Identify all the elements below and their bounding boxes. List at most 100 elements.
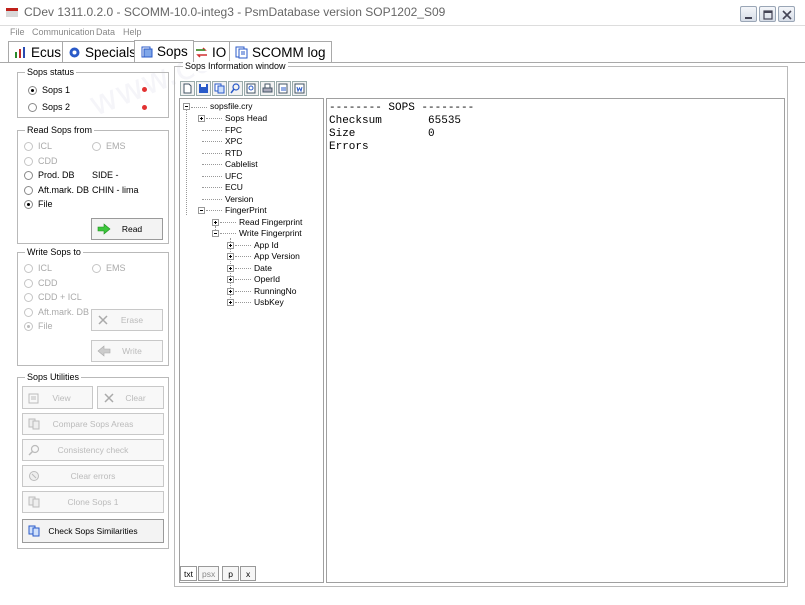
tree-node-write-fingerprint[interactable]: Write Fingerprint xyxy=(239,228,302,238)
copy-button[interactable] xyxy=(212,81,227,96)
close-button[interactable] xyxy=(778,6,795,22)
clear-button[interactable]: Clear xyxy=(97,386,164,409)
format-tab-psx[interactable]: psx xyxy=(197,566,220,581)
tree-node-oper-id[interactable]: OperId xyxy=(254,274,280,284)
tree-node-read-fingerprint[interactable]: Read Fingerprint xyxy=(239,217,302,227)
radio-indicator xyxy=(24,170,33,180)
tree-node-root[interactable]: sopsfile.cry xyxy=(210,101,253,111)
read-aft-mark-db-label: Aft.mark. DB xyxy=(38,185,90,195)
tree-expand-icon[interactable] xyxy=(227,288,234,295)
tree-node-xpc[interactable]: XPC xyxy=(225,136,242,146)
write-ems-radio[interactable]: EMS xyxy=(92,263,126,273)
sops-text-output[interactable]: -------- SOPS -------- Checksum 65535 Si… xyxy=(326,98,785,583)
tree-connector xyxy=(186,108,187,215)
write-cdd-icl-radio[interactable]: CDD + ICL xyxy=(24,292,82,302)
text-line: Size 0 xyxy=(329,128,435,140)
tab-scomm-log[interactable]: SCOMM log xyxy=(229,41,332,62)
view-button[interactable]: View xyxy=(22,386,93,409)
write-file-label: File xyxy=(38,321,53,331)
write-icl-radio[interactable]: ICL xyxy=(24,263,52,273)
minimize-button[interactable] xyxy=(740,6,757,22)
erase-button[interactable]: Erase xyxy=(91,309,163,331)
text-line: Errors xyxy=(329,141,369,153)
tree-node-ecu[interactable]: ECU xyxy=(225,182,243,192)
tree-node-ufc[interactable]: UFC xyxy=(225,171,242,181)
read-prod-db-radio[interactable]: Prod. DB xyxy=(24,170,75,180)
new-file-button[interactable] xyxy=(180,81,195,96)
write-aft-mark-db-radio[interactable]: Aft.mark. DB xyxy=(24,307,89,317)
tab-bar: Ecus Specials Sops IO SCOMM log xyxy=(0,40,805,62)
tree-expand-icon[interactable] xyxy=(227,299,234,306)
compare-sops-areas-button[interactable]: Compare Sops Areas xyxy=(22,413,164,435)
write-file-radio[interactable]: File xyxy=(24,321,53,331)
tree-collapse-icon[interactable] xyxy=(198,207,205,214)
radio-indicator xyxy=(24,321,33,331)
tree-node-fpc[interactable]: FPC xyxy=(225,125,242,135)
tree-node-cablelist[interactable]: Cablelist xyxy=(225,159,258,169)
sops-tree[interactable]: sopsfile.cry Sops Head FPC XPC RTD Cable… xyxy=(179,98,324,583)
tree-collapse-icon[interactable] xyxy=(212,230,219,237)
tree-node-rtd[interactable]: RTD xyxy=(225,148,242,158)
read-cdd-label: CDD xyxy=(38,156,58,166)
tree-node-date[interactable]: Date xyxy=(254,263,272,273)
sops2-radio[interactable]: Sops 2 xyxy=(28,102,70,112)
format-tab-x[interactable]: x xyxy=(239,566,257,581)
read-file-radio[interactable]: File xyxy=(24,199,53,209)
read-file-label: File xyxy=(38,199,53,209)
tree-node-app-id[interactable]: App Id xyxy=(254,240,279,250)
tree-node-fingerprint[interactable]: FingerPrint xyxy=(225,205,267,215)
consistency-check-button[interactable]: Consistency check xyxy=(22,439,164,461)
maximize-icon xyxy=(763,10,773,20)
tab-ecus[interactable]: Ecus xyxy=(8,41,68,62)
find-button[interactable] xyxy=(228,81,243,96)
write-cdd-radio[interactable]: CDD xyxy=(24,278,58,288)
tree-expand-icon[interactable] xyxy=(227,276,234,283)
tree-expand-icon[interactable] xyxy=(227,242,234,249)
tab-specials[interactable]: Specials xyxy=(62,41,143,62)
format-tab-p[interactable]: p xyxy=(222,566,239,581)
compare-icon xyxy=(28,418,40,430)
read-aft-mark-db-radio[interactable]: Aft.mark. DB xyxy=(24,185,89,195)
tree-collapse-icon[interactable] xyxy=(183,103,190,110)
tree-expand-icon[interactable] xyxy=(198,115,205,122)
export-button[interactable] xyxy=(276,81,291,96)
tree-node-running-no[interactable]: RunningNo xyxy=(254,286,297,296)
tree-node-sops-head[interactable]: Sops Head xyxy=(225,113,267,123)
tree-node-usb-key[interactable]: UsbKey xyxy=(254,297,284,307)
menu-communication[interactable]: Communication xyxy=(32,27,95,37)
write-aft-mark-db-label: Aft.mark. DB xyxy=(38,307,90,317)
consistency-button-label: Consistency check xyxy=(57,445,129,455)
save-button[interactable] xyxy=(196,81,211,96)
maximize-button[interactable] xyxy=(759,6,776,22)
tree-expand-icon[interactable] xyxy=(227,265,234,272)
read-button[interactable]: Read xyxy=(91,218,163,240)
menu-file[interactable]: File xyxy=(10,27,25,37)
format-tab-txt[interactable]: txt xyxy=(180,566,197,581)
tree-connector xyxy=(202,153,222,154)
tree-expand-icon[interactable] xyxy=(212,219,219,226)
clone-sops-button[interactable]: Clone Sops 1 xyxy=(22,491,164,513)
copy-icon xyxy=(214,83,225,94)
read-icl-radio[interactable]: ICL xyxy=(24,141,52,151)
tab-sops[interactable]: Sops xyxy=(134,40,194,62)
menu-data[interactable]: Data xyxy=(96,27,115,37)
sops1-radio[interactable]: Sops 1 xyxy=(28,85,70,95)
arrow-left-icon xyxy=(97,345,111,357)
erase-x-icon xyxy=(98,315,108,325)
clear-errors-button[interactable]: Clear errors xyxy=(22,465,164,487)
write-button[interactable]: Write xyxy=(91,340,163,362)
tab-io[interactable]: IO xyxy=(189,41,233,62)
print-button[interactable] xyxy=(260,81,275,96)
write-sops-group: Write Sops to ICL EMS CDD CDD + ICL Aft.… xyxy=(17,247,169,366)
word-export-button[interactable] xyxy=(292,81,307,96)
read-ems-radio[interactable]: EMS xyxy=(92,141,126,151)
menu-help[interactable]: Help xyxy=(123,27,142,37)
zoom-button[interactable] xyxy=(244,81,259,96)
tree-node-version[interactable]: Version xyxy=(225,194,253,204)
tree-node-app-version[interactable]: App Version xyxy=(254,251,300,261)
tab-scomm-log-label: SCOMM log xyxy=(252,44,326,60)
tree-expand-icon[interactable] xyxy=(227,253,234,260)
read-cdd-radio[interactable]: CDD xyxy=(24,156,58,166)
tree-connector xyxy=(202,164,222,165)
check-sops-similarities-button[interactable]: Check Sops Similarities xyxy=(22,519,164,543)
